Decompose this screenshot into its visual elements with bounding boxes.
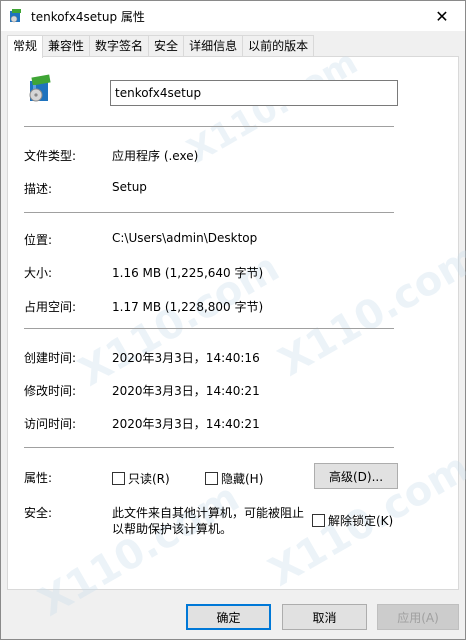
title-bar[interactable]: tenkofx4setup 属性 ✕ bbox=[1, 1, 465, 31]
watermark: X110.com bbox=[180, 42, 365, 172]
divider bbox=[24, 126, 394, 127]
tab-compatibility[interactable]: 兼容性 bbox=[42, 35, 91, 57]
attributes-label: 属性: bbox=[24, 471, 53, 485]
security-label: 安全: bbox=[24, 506, 53, 520]
readonly-checkbox[interactable]: 只读(R) bbox=[112, 470, 170, 487]
created-value: 2020年3月3日，14:40:16 bbox=[112, 351, 260, 365]
file-name-input[interactable] bbox=[110, 80, 398, 106]
app-title-icon bbox=[8, 8, 24, 24]
unblock-checkbox-box[interactable] bbox=[312, 514, 325, 527]
tab-general[interactable]: 常规 bbox=[7, 35, 44, 58]
accessed-label: 访问时间: bbox=[24, 417, 77, 431]
tab-digital-signatures[interactable]: 数字签名 bbox=[89, 35, 150, 57]
file-type-label: 文件类型: bbox=[24, 149, 77, 163]
size-label: 大小: bbox=[24, 266, 53, 280]
modified-label: 修改时间: bbox=[24, 384, 77, 398]
modified-value: 2020年3月3日，14:40:21 bbox=[112, 384, 260, 398]
size-on-disk-value: 1.17 MB (1,228,800 字节) bbox=[112, 300, 264, 314]
properties-dialog: tenkofx4setup 属性 ✕ 常规 兼容性 数字签名 安全 详细信息 以… bbox=[0, 0, 466, 640]
size-value: 1.16 MB (1,225,640 字节) bbox=[112, 266, 264, 280]
accessed-value: 2020年3月3日，14:40:21 bbox=[112, 417, 260, 431]
file-type-value: 应用程序 (.exe) bbox=[112, 149, 199, 163]
unblock-label: 解除锁定(K) bbox=[328, 514, 394, 528]
window-title: tenkofx4setup 属性 bbox=[31, 10, 145, 24]
ok-button[interactable]: 确定 bbox=[186, 604, 271, 630]
hidden-checkbox[interactable]: 隐藏(H) bbox=[205, 470, 263, 487]
watermark: X110.com bbox=[271, 234, 466, 386]
tab-details[interactable]: 详细信息 bbox=[183, 35, 244, 57]
description-label: 描述: bbox=[24, 182, 53, 196]
cancel-button[interactable]: 取消 bbox=[282, 604, 367, 630]
location-value: C:\Users\admin\Desktop bbox=[112, 231, 258, 245]
hidden-checkbox-box[interactable] bbox=[205, 472, 218, 485]
divider bbox=[24, 447, 394, 448]
tab-strip: 常规 兼容性 数字签名 安全 详细信息 以前的版本 bbox=[7, 35, 315, 58]
general-panel: X110.com X110.com X110.com X110.com X110… bbox=[7, 42, 466, 626]
created-label: 创建时间: bbox=[24, 351, 77, 365]
divider bbox=[24, 212, 394, 213]
unblock-checkbox[interactable]: 解除锁定(K) bbox=[312, 512, 393, 529]
description-value: Setup bbox=[112, 180, 147, 194]
size-on-disk-label: 占用空间: bbox=[24, 300, 77, 314]
readonly-label: 只读(R) bbox=[128, 472, 170, 486]
hidden-label: 隐藏(H) bbox=[221, 472, 264, 486]
tab-previous-versions[interactable]: 以前的版本 bbox=[242, 35, 315, 57]
close-button[interactable]: ✕ bbox=[419, 1, 465, 31]
setup-app-icon bbox=[24, 73, 56, 105]
apply-button[interactable]: 应用(A) bbox=[377, 604, 459, 630]
tab-security[interactable]: 安全 bbox=[148, 35, 185, 57]
readonly-checkbox-box[interactable] bbox=[112, 472, 125, 485]
security-warning-text: 此文件来自其他计算机，可能被阻止以帮助保护该计算机。 bbox=[112, 506, 305, 536]
advanced-button[interactable]: 高级(D)... bbox=[314, 463, 398, 489]
close-icon: ✕ bbox=[435, 6, 449, 26]
location-label: 位置: bbox=[24, 233, 53, 247]
watermark: X110.com bbox=[31, 474, 248, 626]
divider bbox=[24, 328, 394, 329]
